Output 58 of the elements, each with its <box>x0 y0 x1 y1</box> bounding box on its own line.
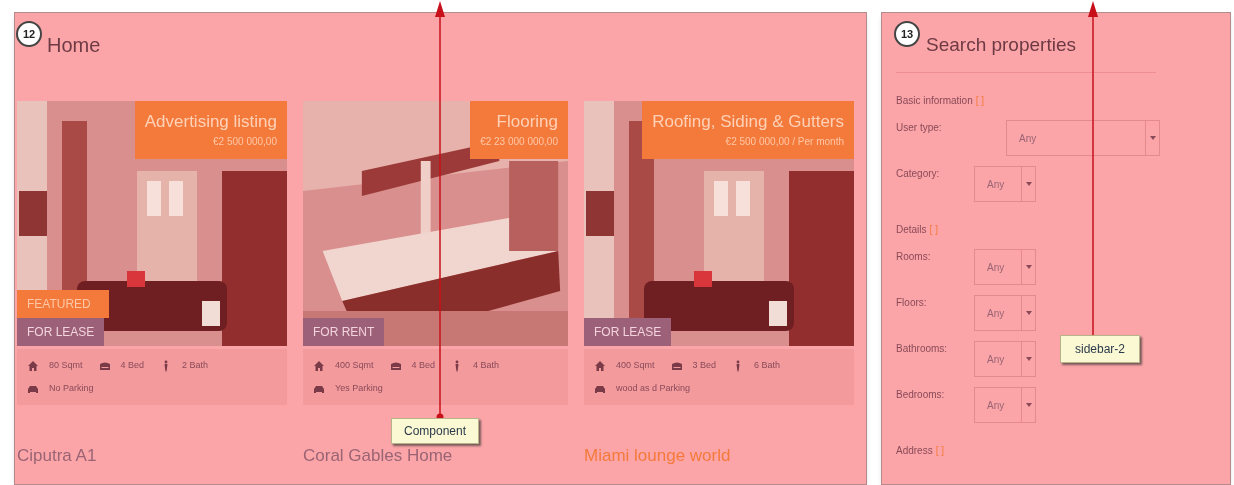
field-label: Bedrooms: <box>896 388 946 402</box>
feature-text: 6 Bath <box>754 358 781 372</box>
select-field[interactable]: Any <box>974 295 1036 331</box>
feature-text: wood as d Parking <box>616 381 691 395</box>
dropdown-arrow-icon <box>1025 265 1032 269</box>
home-icon <box>27 359 39 372</box>
dropdown-arrow-icon <box>1025 403 1032 407</box>
feature-text: 80 Sqmt <box>49 358 83 372</box>
field-label: User type: <box>896 121 943 135</box>
feature-text: 3 Bed <box>692 358 717 372</box>
toggle-text[interactable]: [ ] <box>929 222 938 237</box>
price-text: €2 500 000,00 / Per month <box>725 135 844 150</box>
select-field[interactable]: Any <box>1006 120 1160 156</box>
step-number-badge: 12 <box>16 21 42 47</box>
field-label: Category: <box>896 167 941 181</box>
price-text: €2 500 000,00 <box>213 135 277 150</box>
feature-text: 4 Bed <box>411 358 436 372</box>
price-text: €2 23 000 000,00 <box>480 135 558 150</box>
field-label: Rooms: <box>896 250 932 264</box>
section-title: Details <box>896 223 927 237</box>
section-title: Basic information <box>896 94 973 108</box>
select-field[interactable]: Any <box>974 387 1036 423</box>
home-icon <box>594 359 606 372</box>
home-icon <box>313 359 325 372</box>
feature-text: Yes Parking <box>335 381 383 395</box>
toggle-text[interactable]: [ ] <box>975 93 985 108</box>
page-title: Home <box>47 35 102 55</box>
feature-text: No Parking <box>49 381 94 395</box>
dropdown-arrow-icon <box>1025 357 1032 361</box>
headline-text: Roofing, Siding & Gutters <box>652 111 844 133</box>
sidebar-title: Search properties <box>926 35 1077 54</box>
feature-text: 4 Bath <box>473 358 500 372</box>
step-number-badge: 13 <box>894 21 920 47</box>
featured-label: FEATURED <box>17 290 109 318</box>
field-label: Bathrooms: <box>896 342 949 356</box>
feature-text: 400 Sqmt <box>616 358 655 372</box>
select-field[interactable]: Any <box>974 341 1036 377</box>
section-title: Address <box>896 444 933 458</box>
callout-label: sidebar-2 <box>1060 335 1141 363</box>
status-label: FOR LEASE <box>584 318 672 346</box>
select-field[interactable]: Any <box>974 249 1036 285</box>
dropdown-arrow-icon <box>1025 182 1032 186</box>
field-label: Floors: <box>896 296 928 310</box>
status-label: FOR RENT <box>303 318 385 346</box>
select-field[interactable]: Any <box>974 166 1036 202</box>
listing-title[interactable]: Miami lounge world <box>584 443 854 469</box>
headline-text: Advertising listing <box>144 111 277 133</box>
listing-title[interactable]: Coral Gables Home <box>303 443 568 469</box>
dropdown-arrow-icon <box>1025 311 1032 315</box>
dropdown-arrow-icon <box>1149 136 1156 140</box>
listing-title[interactable]: Ciputra A1 <box>17 443 287 469</box>
toggle-text[interactable]: [ ] <box>935 443 945 458</box>
feature-text: 4 Bed <box>120 358 145 372</box>
feature-text: 400 Sqmt <box>335 358 374 372</box>
status-label: FOR LEASE <box>17 318 105 346</box>
headline-text: Flooring <box>496 111 558 133</box>
feature-text: 2 Bath <box>182 358 209 372</box>
callout-label: Component <box>391 418 480 444</box>
